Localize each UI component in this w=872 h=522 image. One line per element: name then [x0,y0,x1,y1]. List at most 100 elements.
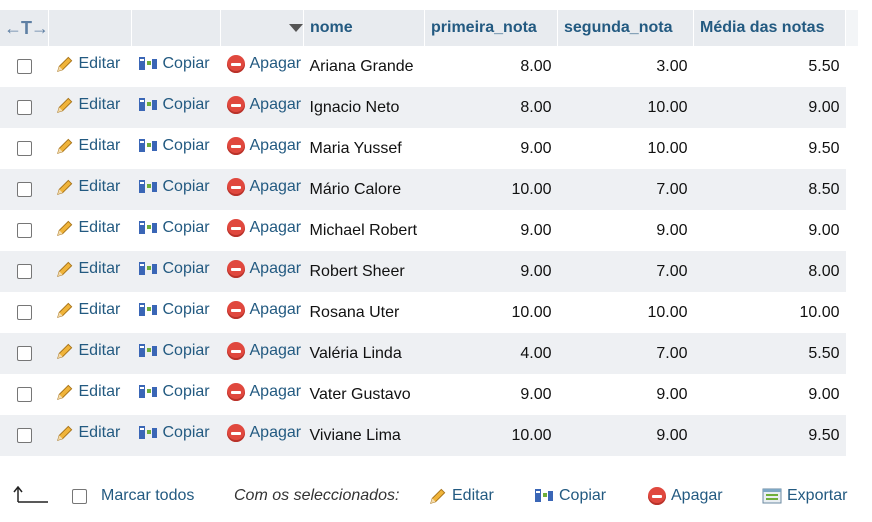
cell-media: 9.00 [693,87,846,128]
row-edit-button[interactable]: Editar [49,424,120,443]
copy-icon [138,98,157,111]
row-copy-button[interactable]: Copiar [132,219,210,237]
row-checkbox[interactable] [16,263,32,279]
row-delete-button[interactable]: Apagar [221,342,301,360]
table-row: Editar Copiar Apagar Robert Sheer 9.00 7… [0,251,858,292]
row-edit-button[interactable]: Editar [49,383,120,402]
row-copy-button[interactable]: Copiar [132,260,210,278]
row-delete-button[interactable]: Apagar [221,260,301,278]
sort-caret-icon[interactable] [289,23,303,32]
row-checkbox[interactable] [16,222,32,238]
row-copy-button[interactable]: Copiar [132,96,210,114]
cell-nome: Maria Yussef [303,128,425,169]
row-delete-button[interactable]: Apagar [221,219,302,237]
check-all-checkbox[interactable] [72,488,87,504]
row-checkbox[interactable] [16,140,32,156]
pencil-icon [56,384,72,400]
row-delete-button[interactable]: Apagar [221,178,301,196]
row-spacer [845,46,858,87]
cell-segunda-nota: 7.00 [557,251,694,292]
cell-media: 9.50 [693,128,846,169]
row-delete-button[interactable]: Apagar [221,424,301,442]
table-row: Editar Copiar Apagar Viviane Lima 10.00 … [0,415,858,456]
cell-media: 8.50 [693,169,846,210]
cell-primeira-nota: 4.00 [424,333,558,374]
row-checkbox[interactable] [16,386,32,402]
row-delete-cell: Apagar [220,251,304,292]
pencil-icon [56,343,72,359]
row-checkbox[interactable] [16,181,32,197]
row-delete-label: Apagar [249,55,302,72]
row-edit-button[interactable]: Editar [49,137,121,156]
table-row: Editar Copiar Apagar Valéria Linda 4.00 … [0,333,858,374]
column-header-segunda-nota[interactable]: segunda_nota [557,10,694,46]
cell-primeira-nota: 9.00 [424,210,558,251]
pencil-icon [56,138,72,154]
row-checkbox[interactable] [16,99,32,115]
row-edit-button[interactable]: Editar [49,55,120,74]
pencil-icon [430,488,446,504]
cell-segunda-nota: 3.00 [557,46,694,87]
header-sort-cell [220,10,304,46]
cell-primeira-nota: 8.00 [424,46,558,87]
row-edit-cell: Editar [48,415,132,456]
pencil-icon [56,220,72,236]
row-copy-button[interactable]: Copiar [132,178,210,196]
column-header-primeira-nota[interactable]: primeira_nota [424,10,558,46]
copy-icon [138,385,157,398]
row-spacer [845,169,858,210]
table-row: Editar Copiar Apagar Maria Yussef 9.00 1… [0,128,858,169]
row-edit-button[interactable]: Editar [49,219,120,238]
row-spacer [845,128,858,169]
export-icon [762,488,782,504]
footer-edit-button[interactable]: Editar [428,474,494,518]
row-copy-button[interactable]: Copiar [132,301,210,319]
row-delete-button[interactable]: Apagar [221,96,301,114]
row-checkbox[interactable] [16,345,32,361]
footer-copy-button[interactable]: Copiar [534,474,606,518]
row-edit-cell: Editar [48,210,132,251]
column-arrows-icon[interactable]: ←T→ [0,18,49,38]
row-copy-button[interactable]: Copiar [132,424,210,442]
row-copy-label: Copiar [162,342,210,359]
cell-segunda-nota: 7.00 [557,333,694,374]
row-copy-button[interactable]: Copiar [132,55,210,73]
row-delete-label: Apagar [249,219,302,236]
footer-export-button[interactable]: Exportar [762,474,847,518]
row-delete-button[interactable]: Apagar [221,383,301,401]
copy-icon [138,180,157,193]
cell-primeira-nota: 8.00 [424,87,558,128]
row-delete-label: Apagar [249,301,302,318]
cell-nome: Vater Gustavo [303,374,425,415]
header-blank-copy [131,10,221,46]
row-checkbox[interactable] [16,58,32,74]
column-header-nome[interactable]: nome [303,10,425,46]
row-edit-button[interactable]: Editar [49,342,120,361]
row-edit-label: Editar [78,137,121,154]
cell-primeira-nota: 9.00 [424,251,558,292]
row-edit-button[interactable]: Editar [49,301,120,320]
row-checkbox[interactable] [16,304,32,320]
table-row: Editar Copiar Apagar Ignacio Neto 8.00 1… [0,87,858,128]
cell-media: 10.00 [693,292,846,333]
row-delete-label: Apagar [249,137,302,154]
footer-delete-label: Apagar [671,487,723,504]
row-checkbox[interactable] [16,427,32,443]
row-edit-button[interactable]: Editar [49,96,120,115]
copy-icon [138,221,157,234]
row-delete-button[interactable]: Apagar [221,301,302,319]
row-copy-label: Copiar [162,137,210,154]
row-edit-button[interactable]: Editar [49,178,120,197]
row-copy-button[interactable]: Copiar [132,137,210,155]
column-header-media[interactable]: Média das notas [693,10,846,46]
check-all-label[interactable]: Marcar todos [101,474,194,518]
row-edit-button[interactable]: Editar [49,260,120,279]
cell-primeira-nota: 9.00 [424,374,558,415]
row-copy-button[interactable]: Copiar [132,342,210,360]
cell-nome: Robert Sheer [303,251,425,292]
row-copy-button[interactable]: Copiar [132,383,210,401]
row-delete-button[interactable]: Apagar [221,137,302,155]
row-delete-button[interactable]: Apagar [221,55,302,73]
copy-icon [138,303,157,316]
footer-delete-button[interactable]: Apagar [648,474,723,518]
